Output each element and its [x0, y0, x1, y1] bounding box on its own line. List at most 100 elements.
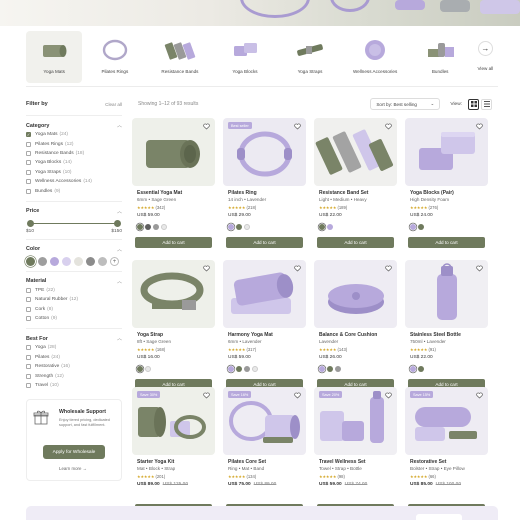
color-swatch[interactable] — [38, 256, 47, 266]
product-card[interactable]: Save 20% Travel Wellness Set Towel • Strap… — [314, 387, 397, 519]
product-card[interactable]: Harmony Yoga Mat 6mm • Lavender ★★★★★ (317… — [223, 260, 306, 392]
product-card[interactable]: Resistance Band Set Light • Medium • Heav… — [314, 118, 397, 250]
product-name[interactable]: Travel Wellness Set — [319, 459, 366, 465]
category-checkbox-wellness-accessories[interactable]: Wellness Accessories (14) — [26, 177, 122, 186]
product-card[interactable]: Save 16% Pilates Core Set Ring • Mat • Ban… — [223, 387, 306, 519]
color-option-dot[interactable] — [137, 366, 143, 372]
category-checkbox-yoga-straps[interactable]: Yoga Straps (10) — [26, 168, 122, 177]
color-filter-header[interactable]: Color ︿ — [26, 245, 122, 254]
product-card[interactable]: Save 30% Starter Yoga Kit Mat • Block • St… — [132, 387, 215, 519]
checkbox-icon[interactable] — [26, 150, 31, 156]
wishlist-heart-icon[interactable] — [292, 121, 302, 131]
grid-view-button[interactable] — [468, 98, 479, 110]
material-filter-header[interactable]: Material ︿ — [26, 277, 122, 286]
category-tile-yoga-blocks[interactable]: Yoga Blocks — [212, 31, 277, 83]
view-all-categories[interactable]: → View all — [473, 31, 498, 83]
wishlist-heart-icon[interactable] — [474, 263, 484, 273]
category-tile-bundles[interactable]: Bundles — [408, 31, 473, 83]
checkbox-icon[interactable] — [26, 364, 31, 370]
more-colors-icon[interactable]: + — [110, 256, 119, 266]
wishlist-heart-icon[interactable] — [474, 390, 484, 400]
wishlist-heart-icon[interactable] — [474, 121, 484, 131]
product-card[interactable]: Essential Yoga Mat 6mm • Sage Green ★★★★★ … — [132, 118, 215, 250]
material-checkbox-tpe[interactable]: TPE (22) — [26, 286, 122, 295]
price-min-handle[interactable] — [27, 219, 34, 227]
material-checkbox-natural-rubber[interactable]: Natural Rubber (12) — [26, 295, 122, 304]
category-checkbox-yoga-blocks[interactable]: Yoga Blocks (14) — [26, 158, 122, 167]
product-name[interactable]: Yoga Strap — [137, 332, 163, 338]
color-swatch[interactable] — [86, 256, 95, 266]
color-option-dot[interactable] — [161, 224, 167, 230]
color-option-dot[interactable] — [236, 224, 242, 230]
category-checkbox-resistance-bands[interactable]: Resistance Bands (18) — [26, 149, 122, 158]
color-option-dot[interactable] — [244, 366, 250, 372]
learn-more-link[interactable]: Learn more → — [59, 466, 87, 471]
best-for-checkbox-pilates[interactable]: Pilates (24) — [26, 353, 122, 362]
color-option-dot[interactable] — [244, 224, 250, 230]
checkbox-icon[interactable] — [26, 345, 31, 351]
color-option-dot[interactable] — [418, 224, 424, 230]
product-card[interactable]: Balance & Core Cushion Lavender ★★★★★ (143… — [314, 260, 397, 392]
best-for-filter-header[interactable]: Best For ︿ — [26, 334, 122, 343]
list-view-button[interactable] — [481, 98, 492, 110]
color-option-dot[interactable] — [418, 366, 424, 372]
arrow-right-icon[interactable]: → — [477, 41, 493, 56]
wishlist-heart-icon[interactable] — [201, 263, 211, 273]
wishlist-heart-icon[interactable] — [383, 121, 393, 131]
color-swatch[interactable] — [98, 256, 107, 266]
product-name[interactable]: Essential Yoga Mat — [137, 190, 182, 196]
checkbox-icon[interactable] — [26, 354, 31, 360]
product-name[interactable]: Harmony Yoga Mat — [228, 332, 273, 338]
wishlist-heart-icon[interactable] — [383, 390, 393, 400]
product-name[interactable]: Restorative Set — [410, 459, 446, 465]
category-tile-resistance-bands[interactable]: Resistance Bands — [147, 31, 212, 83]
add-to-cart-button[interactable]: Add to cart — [317, 237, 394, 248]
product-name[interactable]: Yoga Blocks (Pair) — [410, 190, 454, 196]
material-checkbox-cotton[interactable]: Cotton (9) — [26, 314, 122, 323]
checkbox-icon[interactable] — [26, 188, 31, 194]
add-to-cart-button[interactable]: Add to cart — [226, 237, 303, 248]
add-to-cart-button[interactable]: Add to cart — [135, 237, 212, 248]
product-card[interactable]: Yoga Blocks (Pair) High Density Foam ★★★★★… — [405, 118, 488, 250]
color-option-dot[interactable] — [252, 366, 258, 372]
best-for-checkbox-restorative[interactable]: Restorative (16) — [26, 362, 122, 371]
category-tile-wellness-accessories[interactable]: Wellness Accessories — [343, 31, 408, 83]
checkbox-icon[interactable] — [26, 306, 31, 312]
apply-wholesale-button[interactable]: Apply for Wholesale — [43, 445, 105, 460]
color-option-dot[interactable] — [145, 366, 151, 372]
color-option-dot[interactable] — [137, 224, 143, 230]
color-option-dot[interactable] — [145, 224, 151, 230]
color-option-dot[interactable] — [410, 366, 416, 372]
checkbox-icon[interactable] — [26, 373, 31, 379]
best-for-checkbox-travel[interactable]: Travel (10) — [26, 381, 122, 390]
category-tile-yoga-mats[interactable]: Yoga Mats — [26, 31, 83, 83]
color-swatch[interactable] — [26, 256, 35, 266]
best-for-checkbox-yoga[interactable]: Yoga (28) — [26, 343, 122, 352]
product-name[interactable]: Pilates Ring — [228, 190, 257, 196]
category-checkbox-pilates-rings[interactable]: Pilates Rings (12) — [26, 139, 122, 148]
product-name[interactable]: Resistance Band Set — [319, 190, 368, 196]
category-checkbox-bundles[interactable]: Bundles (9) — [26, 186, 122, 195]
wishlist-heart-icon[interactable] — [201, 121, 211, 131]
color-option-dot[interactable] — [335, 366, 341, 372]
color-option-dot[interactable] — [236, 366, 242, 372]
wishlist-heart-icon[interactable] — [292, 263, 302, 273]
product-card[interactable]: Stainless Steel Bottle 750ml • Lavender ★★… — [405, 260, 488, 392]
category-checkbox-yoga-mats[interactable]: ✓ Yoga Mats (24) — [26, 130, 122, 139]
banner-button[interactable] — [416, 514, 462, 520]
product-card[interactable]: Save 15% Restorative Set Bolster • Strap •… — [405, 387, 488, 519]
clear-all-link[interactable]: Clear all — [105, 102, 122, 107]
product-card[interactable]: Best seller Pilates Ring 14 inch • Lavende… — [223, 118, 306, 250]
product-name[interactable]: Pilates Core Set — [228, 459, 266, 465]
color-option-dot[interactable] — [319, 224, 325, 230]
color-option-dot[interactable] — [319, 366, 325, 372]
checkbox-icon[interactable] — [26, 179, 31, 185]
checkbox-icon[interactable] — [26, 141, 31, 147]
wishlist-heart-icon[interactable] — [383, 263, 393, 273]
color-swatch[interactable] — [74, 256, 83, 266]
checkbox-icon[interactable] — [26, 287, 31, 293]
product-name[interactable]: Starter Yoga Kit — [137, 459, 174, 465]
price-max-handle[interactable] — [114, 219, 121, 227]
product-name[interactable]: Balance & Core Cushion — [319, 332, 377, 338]
add-to-cart-button[interactable]: Add to cart — [408, 237, 485, 248]
